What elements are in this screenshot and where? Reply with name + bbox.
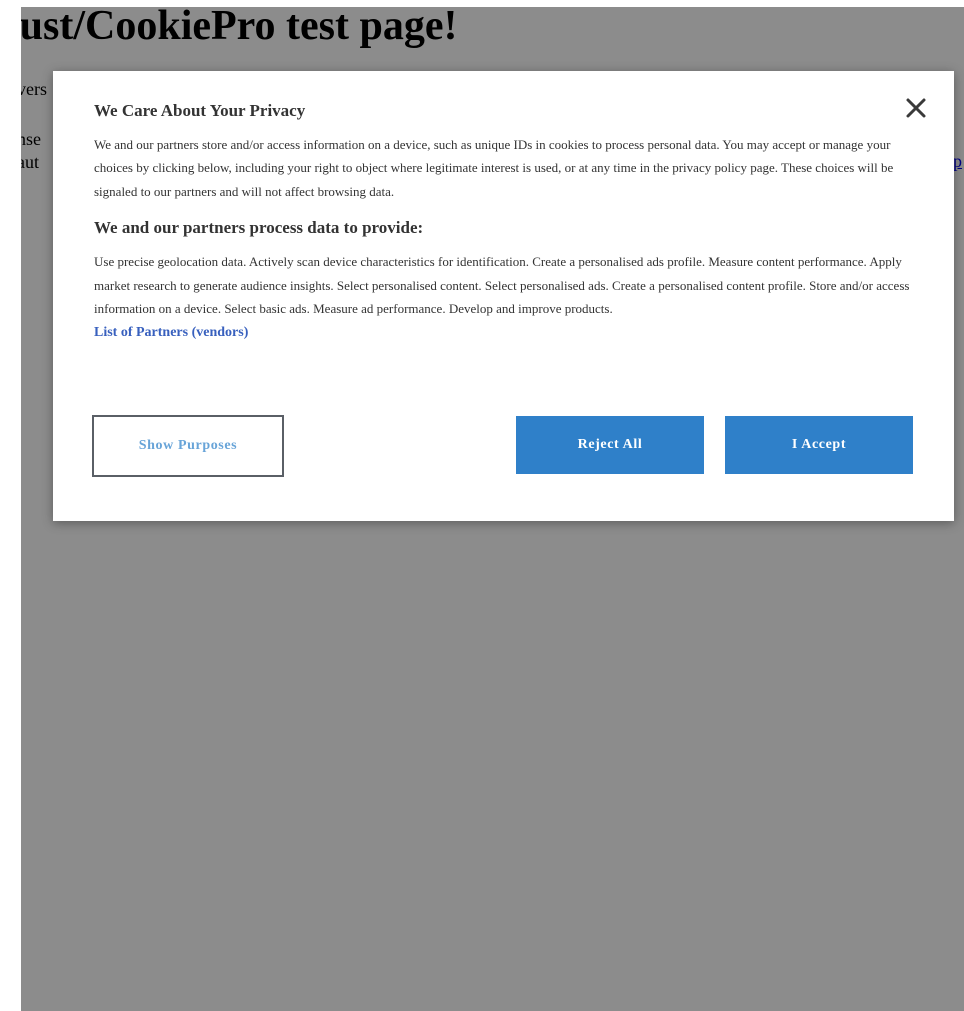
dialog-subtitle: We and our partners process data to prov… — [94, 218, 424, 238]
vendors-list-link[interactable]: List of Partners (vendors) — [94, 325, 248, 341]
close-icon — [906, 98, 926, 118]
dialog-button-row: Show Purposes Reject All I Accept — [92, 415, 914, 477]
show-purposes-button[interactable]: Show Purposes — [92, 415, 284, 477]
cookie-consent-dialog: We Care About Your Privacy We and our pa… — [53, 71, 954, 521]
browser-viewport: rust/CookiePro test page! vers nse aut p… — [0, 0, 964, 1011]
purposes-list-text: Use precise geolocation data. Actively s… — [94, 254, 910, 317]
dialog-title: We Care About Your Privacy — [94, 101, 306, 120]
dialog-description: We and our partners store and/or access … — [94, 136, 894, 199]
close-button[interactable] — [904, 96, 928, 120]
accept-button[interactable]: I Accept — [725, 416, 913, 474]
reject-all-button[interactable]: Reject All — [516, 416, 704, 474]
